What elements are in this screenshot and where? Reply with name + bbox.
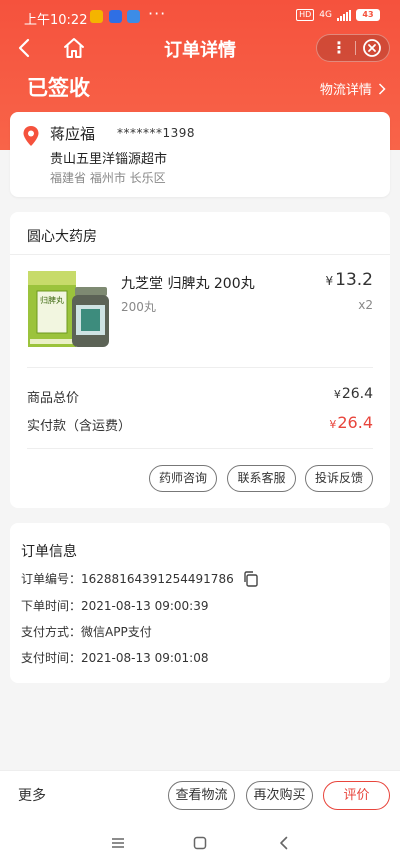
payment-method-value: 微信APP支付 xyxy=(81,625,152,639)
payment-time-value: 2021-08-13 09:01:08 xyxy=(81,651,209,665)
goods-total-value: ¥26.4 xyxy=(334,386,373,402)
app-notification-icon xyxy=(109,10,122,23)
product-quantity: x2 xyxy=(358,298,373,312)
product-box-text: 归脾丸 xyxy=(40,295,64,305)
pharmacist-consult-button[interactable]: 药师咨询 xyxy=(149,465,217,492)
paid-amount-value: ¥26.4 xyxy=(329,413,373,432)
home-square-icon[interactable] xyxy=(191,834,209,852)
network-label: 4G xyxy=(319,10,332,20)
signal-icon xyxy=(337,9,351,21)
order-number-label: 订单编号： xyxy=(21,572,82,586)
paid-currency: ¥ xyxy=(329,418,337,431)
order-number-row: 订单编号：16288164391254491786 xyxy=(21,570,234,587)
address-region: 福建省 福州市 长乐区 xyxy=(50,171,166,185)
price-value: 13.2 xyxy=(335,270,373,290)
divider xyxy=(27,367,373,368)
product-spec: 200丸 xyxy=(121,300,156,314)
address-card[interactable]: 蒋应福 *******1398 贵山五里洋锱源超市 福建省 福州市 长乐区 xyxy=(10,112,390,197)
bottom-action-bar: 更多 查看物流 再次购买 评价 xyxy=(0,770,400,818)
review-button[interactable]: 评价 xyxy=(323,781,390,810)
order-time-row: 下单时间：2021-08-13 09:00:39 xyxy=(21,597,208,614)
divider xyxy=(27,448,373,449)
contact-service-button[interactable]: 联系客服 xyxy=(227,465,296,492)
logistics-detail-link[interactable]: 物流详情 xyxy=(320,79,386,98)
location-pin-icon xyxy=(22,125,40,147)
order-time-value: 2021-08-13 09:00:39 xyxy=(81,599,209,613)
product-price: ¥13.2 xyxy=(326,270,374,290)
buy-again-button[interactable]: 再次购买 xyxy=(246,781,313,810)
more-notifications-icon: ··· xyxy=(148,4,167,23)
back-triangle-icon[interactable] xyxy=(275,834,293,852)
price-currency: ¥ xyxy=(325,274,334,288)
goods-total-label: 商品总价 xyxy=(27,391,80,406)
shop-name[interactable]: 圆心大药房 xyxy=(27,226,97,246)
order-time-label: 下单时间： xyxy=(21,599,82,613)
order-info-title: 订单信息 xyxy=(21,544,77,560)
order-status-label: 已签收 xyxy=(27,76,90,100)
status-bar: 上午10:22 ··· HD 4G 43 xyxy=(0,0,400,34)
recipient-phone: *******1398 xyxy=(117,126,196,140)
order-number-value: 16288164391254491786 xyxy=(81,572,234,586)
payment-method-row: 支付方式：微信APP支付 xyxy=(21,623,152,640)
complaint-button[interactable]: 投诉反馈 xyxy=(305,465,373,492)
notification-icon xyxy=(90,10,103,23)
product-name[interactable]: 九芝堂 归脾丸 200丸 xyxy=(121,273,255,293)
total-currency: ¥ xyxy=(333,388,341,401)
logistics-detail-label: 物流详情 xyxy=(319,83,372,98)
payment-method-label: 支付方式： xyxy=(21,625,82,639)
payment-time-row: 支付时间：2021-08-13 09:01:08 xyxy=(21,649,208,666)
copy-icon[interactable] xyxy=(242,570,260,588)
more-button[interactable]: 更多 xyxy=(18,785,46,805)
order-info-card: 订单信息 订单编号：16288164391254491786 下单时间：2021… xyxy=(10,523,390,683)
bluetooth-app-icon xyxy=(127,10,140,23)
divider xyxy=(10,254,390,255)
paid-amount: 26.4 xyxy=(337,413,373,432)
mini-program-capsule: ⋮ xyxy=(316,34,390,62)
total-amount: 26.4 xyxy=(341,386,373,402)
goods-card: 圆心大药房 归脾丸 九芝堂 归脾丸 200丸 200丸 ¥13.2 x2 商品总… xyxy=(10,212,390,508)
address-street: 贵山五里洋锱源超市 xyxy=(50,152,168,167)
system-nav-bar xyxy=(0,818,400,867)
more-vertical-icon[interactable]: ⋮ xyxy=(325,35,353,61)
status-time: 上午10:22 xyxy=(24,13,88,28)
payment-time-label: 支付时间： xyxy=(21,651,82,665)
paid-amount-label: 实付款（含运费） xyxy=(27,419,132,434)
product-image[interactable]: 归脾丸 xyxy=(27,269,109,351)
nav-bar: 订单详情 ⋮ xyxy=(0,34,400,62)
close-circle-icon[interactable] xyxy=(362,38,382,58)
hd-badge: HD xyxy=(296,9,315,21)
view-logistics-button[interactable]: 查看物流 xyxy=(168,781,235,810)
recipient-name: 蒋应福 xyxy=(50,125,96,143)
capsule-divider xyxy=(355,41,356,55)
menu-icon[interactable] xyxy=(109,834,127,852)
battery-icon: 43 xyxy=(356,9,380,21)
chevron-right-icon xyxy=(378,83,386,95)
